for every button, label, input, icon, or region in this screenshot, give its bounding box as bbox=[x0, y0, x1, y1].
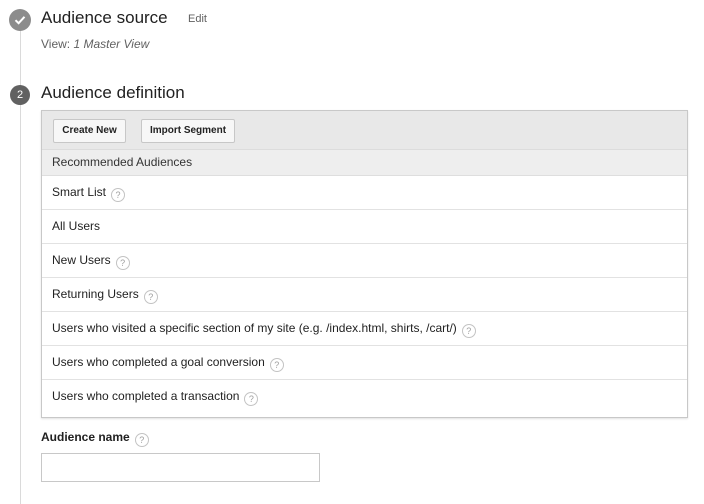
list-item-goal-conversion[interactable]: Users who completed a goal conversion? bbox=[42, 346, 687, 380]
audience-name-text: Audience name bbox=[41, 430, 130, 444]
audience-definition-panel: Create New Import Segment Recommended Au… bbox=[41, 110, 688, 418]
list-item-returning-users[interactable]: Returning Users? bbox=[42, 278, 687, 312]
view-name: 1 Master View bbox=[73, 37, 150, 51]
recommended-audiences-list: Smart List? All Users New Users? Returni… bbox=[42, 176, 687, 413]
list-item-visited-section[interactable]: Users who visited a specific section of … bbox=[42, 312, 687, 346]
list-item-label: Smart List bbox=[52, 185, 107, 199]
import-segment-button[interactable]: Import Segment bbox=[141, 119, 235, 143]
help-icon[interactable]: ? bbox=[115, 256, 130, 270]
list-item-new-users[interactable]: New Users? bbox=[42, 244, 687, 278]
step-complete-badge bbox=[9, 9, 31, 31]
help-icon[interactable]: ? bbox=[143, 290, 158, 304]
list-item-all-users[interactable]: All Users bbox=[42, 210, 687, 244]
list-item-label: Users who completed a transaction bbox=[52, 389, 240, 403]
audience-name-label: Audience name? bbox=[41, 430, 149, 447]
help-icon[interactable]: ? bbox=[134, 433, 149, 447]
step-number-badge: 2 bbox=[10, 85, 30, 105]
panel-toolbar: Create New Import Segment bbox=[42, 111, 687, 150]
help-icon[interactable]: ? bbox=[461, 324, 476, 338]
view-line: View: 1 Master View bbox=[41, 37, 149, 51]
list-item-transaction[interactable]: Users who completed a transaction? bbox=[42, 380, 687, 413]
recommended-audiences-header: Recommended Audiences bbox=[42, 150, 687, 176]
view-prefix: View: bbox=[41, 37, 74, 51]
audience-source-title: Audience source bbox=[41, 8, 168, 27]
help-icon[interactable]: ? bbox=[244, 392, 259, 406]
audience-definition-title: Audience definition bbox=[41, 83, 185, 102]
list-item-label: Users who visited a specific section of … bbox=[52, 321, 457, 335]
check-icon bbox=[14, 16, 26, 25]
list-item-smart-list[interactable]: Smart List? bbox=[42, 176, 687, 210]
list-item-label: Users who completed a goal conversion bbox=[52, 355, 265, 369]
help-icon[interactable]: ? bbox=[269, 358, 284, 372]
list-item-label: New Users bbox=[52, 253, 111, 267]
list-item-label: Returning Users bbox=[52, 287, 139, 301]
edit-link[interactable]: Edit bbox=[188, 13, 207, 25]
list-item-label: All Users bbox=[52, 219, 101, 233]
audience-name-input[interactable] bbox=[41, 453, 320, 482]
help-icon[interactable]: ? bbox=[111, 188, 126, 202]
create-new-button[interactable]: Create New bbox=[53, 119, 126, 143]
